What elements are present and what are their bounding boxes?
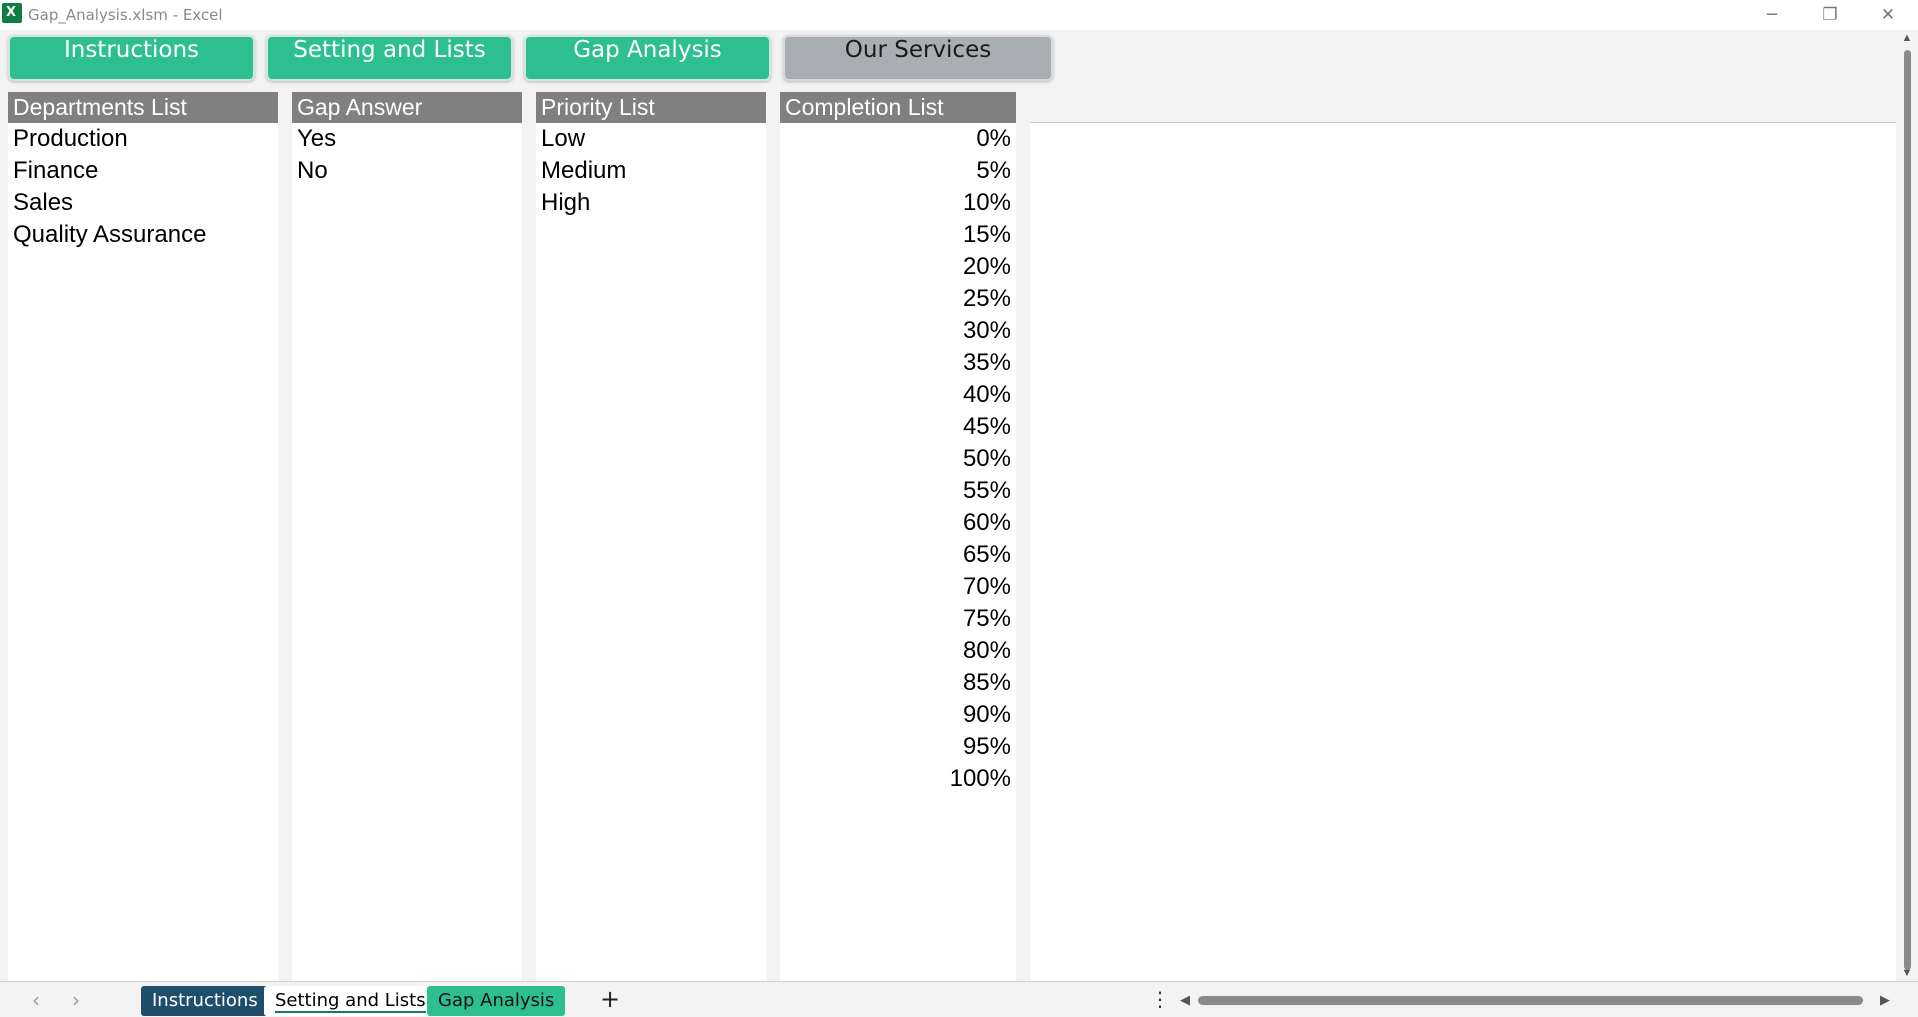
scroll-right-icon[interactable]: ▶: [1880, 992, 1890, 1008]
title-bar: Gap_Analysis.xlsm - Excel ─ ❐ ✕: [0, 0, 1918, 30]
completion-cell[interactable]: 75%: [780, 603, 1016, 635]
completion-cell[interactable]: 10%: [780, 187, 1016, 219]
restore-button[interactable]: ❐: [1804, 2, 1856, 28]
completion-cell[interactable]: 45%: [780, 411, 1016, 443]
column-gap: [766, 92, 780, 981]
gap-answer-column: Gap Answer Yes No: [292, 92, 522, 981]
scroll-left-icon[interactable]: ◀: [1180, 992, 1190, 1008]
department-cell[interactable]: Production: [8, 123, 278, 155]
horizontal-scroll-thumb[interactable]: [1198, 996, 1863, 1005]
close-button[interactable]: ✕: [1862, 2, 1914, 28]
completion-cell[interactable]: 0%: [780, 123, 1016, 155]
completion-cell[interactable]: 65%: [780, 539, 1016, 571]
completion-cell[interactable]: 70%: [780, 571, 1016, 603]
completion-cell[interactable]: 80%: [780, 635, 1016, 667]
scroll-down-icon[interactable]: ▼: [1901, 967, 1913, 979]
completion-cell[interactable]: 30%: [780, 315, 1016, 347]
departments-list-column: Departments List Production Finance Sale…: [8, 92, 278, 981]
completion-list-column: Completion List 0% 5% 10% 15% 20% 25% 30…: [780, 92, 1016, 981]
our-services-button[interactable]: Our Services: [783, 35, 1053, 81]
more-options-icon[interactable]: ⋮: [1150, 987, 1170, 1011]
column-gap: [522, 92, 536, 981]
completion-cell[interactable]: 95%: [780, 731, 1016, 763]
completion-cell[interactable]: 55%: [780, 475, 1016, 507]
completion-cell[interactable]: 25%: [780, 283, 1016, 315]
sheet-tab-bar: ‹ › Instructions Setting and Lists Gap A…: [0, 981, 1918, 1017]
priority-cell[interactable]: Medium: [536, 155, 766, 187]
column-gap: [0, 92, 8, 981]
horizontal-scrollbar[interactable]: ◀ ▶: [1180, 992, 1890, 1008]
completion-cell[interactable]: 60%: [780, 507, 1016, 539]
completion-cell[interactable]: 35%: [780, 347, 1016, 379]
window-title: Gap_Analysis.xlsm - Excel: [28, 6, 223, 24]
completion-cell[interactable]: 90%: [780, 699, 1016, 731]
minimize-button[interactable]: ─: [1746, 2, 1798, 28]
completion-cell[interactable]: 100%: [780, 763, 1016, 795]
department-cell[interactable]: Sales: [8, 187, 278, 219]
gap-analysis-button[interactable]: Gap Analysis: [524, 35, 771, 81]
setting-and-lists-button[interactable]: Setting and Lists: [266, 35, 513, 81]
column-gap: [1016, 92, 1030, 981]
gap-answer-cell[interactable]: Yes: [292, 123, 522, 155]
vertical-scroll-thumb[interactable]: [1904, 50, 1911, 970]
completion-cell[interactable]: 20%: [780, 251, 1016, 283]
completion-cell[interactable]: 5%: [780, 155, 1016, 187]
worksheet-empty-area[interactable]: [1030, 123, 1896, 981]
scroll-up-icon[interactable]: ▲: [1901, 32, 1913, 44]
completion-cell[interactable]: 40%: [780, 379, 1016, 411]
department-cell[interactable]: Quality Assurance: [8, 219, 278, 251]
priority-cell[interactable]: High: [536, 187, 766, 219]
excel-app-icon: [2, 3, 22, 23]
column-gap: [278, 92, 292, 981]
instructions-button[interactable]: Instructions: [8, 35, 255, 81]
completion-cell[interactable]: 15%: [780, 219, 1016, 251]
priority-cell[interactable]: Low: [536, 123, 766, 155]
gap-answer-cell[interactable]: No: [292, 155, 522, 187]
vertical-scrollbar[interactable]: ▲ ▼: [1896, 30, 1918, 981]
priority-list-column: Priority List Low Medium High: [536, 92, 766, 981]
previous-sheet-icon[interactable]: ‹: [26, 988, 46, 1012]
sheet-tab-gap-analysis[interactable]: Gap Analysis: [427, 986, 566, 1016]
completion-list-header: Completion List: [780, 92, 1016, 123]
sheet-tab-instructions[interactable]: Instructions: [141, 986, 269, 1016]
add-sheet-icon[interactable]: +: [600, 985, 620, 1013]
gap-answer-header: Gap Answer: [292, 92, 522, 123]
sheet-tab-label: Setting and Lists: [275, 990, 426, 1013]
completion-cell[interactable]: 50%: [780, 443, 1016, 475]
department-cell[interactable]: Finance: [8, 155, 278, 187]
completion-cell[interactable]: 85%: [780, 667, 1016, 699]
departments-list-header: Departments List: [8, 92, 278, 123]
priority-list-header: Priority List: [536, 92, 766, 123]
next-sheet-icon[interactable]: ›: [66, 988, 86, 1012]
sheet-tab-setting-and-lists[interactable]: Setting and Lists: [264, 986, 437, 1016]
